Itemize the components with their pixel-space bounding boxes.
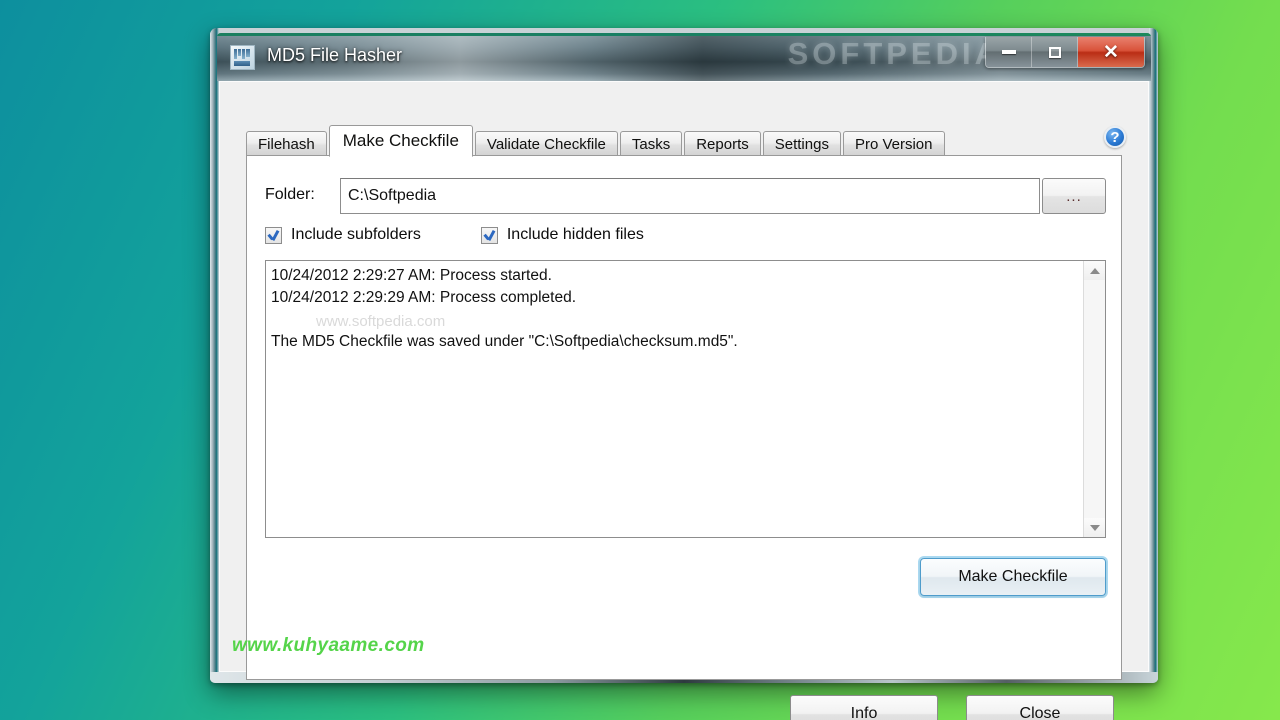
scroll-up-arrow-button[interactable] bbox=[1084, 261, 1105, 280]
maximize-icon bbox=[1048, 46, 1061, 58]
softpedia-background-watermark: SOFTPEDIA bbox=[787, 36, 1001, 71]
info-button-label: Info bbox=[850, 705, 878, 720]
options-row: Include subfolders Include hidden files bbox=[265, 226, 704, 244]
window-title: MD5 File Hasher bbox=[267, 45, 403, 65]
info-button[interactable]: Info bbox=[790, 695, 938, 720]
browse-folder-button[interactable]: ... bbox=[1042, 178, 1106, 214]
window-controls: ✕ bbox=[985, 37, 1145, 68]
chevron-down-icon bbox=[1089, 524, 1100, 531]
minimize-icon bbox=[1001, 50, 1016, 54]
make-checkfile-button-label: Make Checkfile bbox=[958, 568, 1068, 585]
check-icon bbox=[268, 230, 279, 241]
checkbox-box-subfolders bbox=[265, 226, 282, 244]
tab-reports[interactable]: Reports bbox=[684, 131, 761, 156]
browse-dots-icon: ... bbox=[1066, 187, 1082, 205]
minimize-button[interactable] bbox=[986, 37, 1032, 67]
checkbox-include-hidden-files[interactable]: Include hidden files bbox=[480, 226, 644, 244]
tab-panel-make-checkfile: Folder: ... Include subfolders bbox=[246, 155, 1122, 680]
checkbox-box-hidden-files bbox=[480, 226, 498, 244]
site-watermark: www.kuhyaame.com bbox=[232, 635, 425, 656]
folder-row: Folder: ... bbox=[265, 178, 1106, 214]
tab-strip: Filehash Make Checkfile Validate Checkfi… bbox=[246, 125, 1122, 157]
tab-pro-version[interactable]: Pro Version bbox=[842, 131, 945, 156]
window-frame-right bbox=[1149, 28, 1158, 683]
close-icon: ✕ bbox=[1103, 41, 1119, 63]
window-frame-left bbox=[210, 28, 219, 683]
application-window: SOFTPEDIA MD5 File Hasher ✕ ? Filehash M… bbox=[210, 28, 1158, 720]
tab-filehash[interactable]: Filehash bbox=[246, 131, 327, 156]
close-button-label: Close bbox=[1019, 705, 1061, 720]
help-icon[interactable]: ? bbox=[1104, 126, 1126, 148]
close-button[interactable]: Close bbox=[966, 695, 1114, 720]
scroll-down-arrow-button[interactable] bbox=[1084, 518, 1105, 537]
tab-settings[interactable]: Settings bbox=[762, 131, 841, 156]
checkbox-include-subfolders[interactable]: Include subfolders bbox=[265, 226, 421, 244]
checkbox-label-hidden-files: Include hidden files bbox=[506, 226, 644, 243]
client-area: ? Filehash Make Checkfile Validate Check… bbox=[219, 81, 1149, 720]
log-output-text: 10/24/2012 2:29:27 AM: Process started. … bbox=[271, 267, 738, 350]
md5-app-icon bbox=[230, 45, 255, 70]
folder-input[interactable] bbox=[340, 178, 1040, 214]
title-accent-line bbox=[217, 33, 1151, 36]
dialog-button-bar: Info Close bbox=[246, 685, 1122, 720]
scrollbar-track[interactable] bbox=[1084, 280, 1105, 518]
tab-validate-checkfile[interactable]: Validate Checkfile bbox=[474, 131, 618, 156]
title-bar[interactable]: SOFTPEDIA MD5 File Hasher ✕ bbox=[217, 33, 1151, 81]
folder-label: Folder: bbox=[265, 186, 315, 203]
tab-make-checkfile[interactable]: Make Checkfile bbox=[328, 125, 473, 157]
log-output-box[interactable]: www.softpedia.com 10/24/2012 2:29:27 AM:… bbox=[265, 260, 1106, 538]
checkbox-label-subfolders: Include subfolders bbox=[291, 226, 421, 243]
check-icon bbox=[484, 230, 495, 241]
maximize-button[interactable] bbox=[1032, 37, 1078, 67]
chevron-up-icon bbox=[1089, 267, 1100, 274]
close-window-button[interactable]: ✕ bbox=[1078, 37, 1144, 67]
tab-tasks[interactable]: Tasks bbox=[619, 131, 683, 156]
log-scrollbar[interactable] bbox=[1083, 261, 1105, 537]
help-glyph: ? bbox=[1110, 128, 1120, 146]
make-checkfile-button[interactable]: Make Checkfile bbox=[920, 558, 1106, 596]
